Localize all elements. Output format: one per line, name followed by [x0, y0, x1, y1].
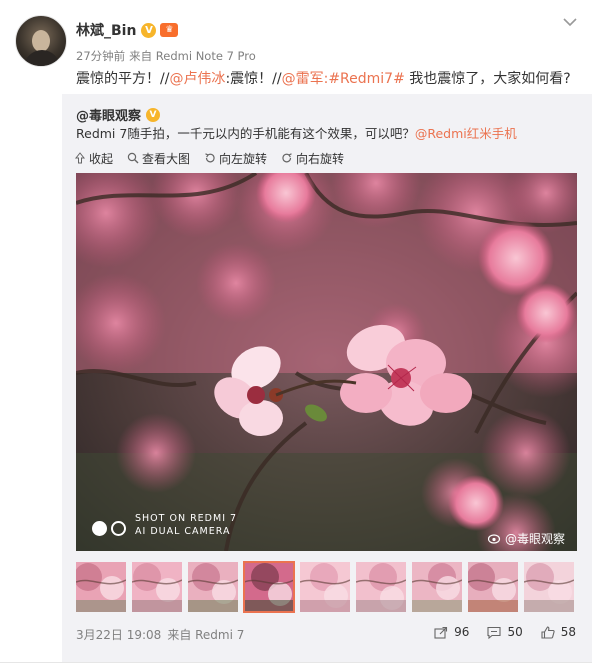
- rotate-left-icon: [205, 153, 215, 163]
- repost-footer: 3月22日 19:08 来自 Redmi 7: [76, 626, 244, 643]
- weibo-post-card: 林斌_Bin V ♛ 27分钟前 来自 Redmi Note 7 Pro 震惊的平…: [0, 0, 592, 669]
- photo-thumbnail[interactable]: [524, 562, 574, 612]
- rotate-right-label: 向右旋转: [296, 151, 345, 166]
- chevron-down-icon[interactable]: [562, 16, 578, 28]
- thumbnail-image: [524, 562, 574, 612]
- weibo-watermark: @毒眼观察: [487, 530, 565, 547]
- next-post-divider: [0, 662, 592, 669]
- repost-count: 96: [454, 625, 470, 639]
- like-count: 58: [560, 625, 576, 639]
- photo-thumbnail[interactable]: [188, 562, 238, 612]
- collapse-label: 收起: [89, 151, 114, 166]
- watermark-line1: SHOT ON REDMI 7: [135, 513, 238, 524]
- username[interactable]: 林斌_Bin: [76, 20, 136, 40]
- post-text-part: :震惊！//: [225, 71, 282, 87]
- post-time[interactable]: 27分钟前: [76, 49, 125, 63]
- photo-thumbnail[interactable]: [76, 562, 126, 612]
- photo-thumbnail[interactable]: [412, 562, 462, 612]
- repost-author[interactable]: @毒眼观察: [76, 105, 141, 124]
- comment-count: 50: [507, 625, 523, 639]
- rotate-left-label: 向左旋转: [219, 151, 268, 166]
- comment-icon: [487, 626, 501, 639]
- repost-actions: 96 50 58: [416, 625, 576, 639]
- mention-link[interactable]: @雷军: [282, 71, 324, 87]
- user-avatar[interactable]: [15, 15, 67, 67]
- repost-button[interactable]: 96: [434, 625, 469, 639]
- post-text-part: 我也震惊了，大家如何看?: [404, 71, 571, 87]
- repost-source[interactable]: 来自 Redmi 7: [167, 628, 244, 642]
- image-toolbar: 收起 查看大图 向左旋转 向右旋转: [74, 149, 358, 167]
- thumbnail-image: [412, 562, 462, 612]
- mention-link[interactable]: @卢伟冰: [169, 71, 225, 87]
- thumbnail-image: [300, 562, 350, 612]
- post-source[interactable]: 来自 Redmi Note 7 Pro: [129, 49, 256, 63]
- thumbnail-image: [76, 562, 126, 612]
- repost-text: Redmi 7随手拍，一千元以内的手机能有这个效果，可以吧？@Redmi红米手机: [76, 125, 517, 143]
- arrow-up-icon: [74, 152, 86, 164]
- mention-link[interactable]: @Redmi红米手机: [415, 126, 517, 141]
- comment-button[interactable]: 50: [487, 625, 523, 639]
- large-photo[interactable]: SHOT ON REDMI 7 AI DUAL CAMERA @毒眼观察: [76, 173, 577, 551]
- collapse-button[interactable]: 收起: [74, 150, 113, 167]
- weibo-logo-icon: [487, 533, 501, 544]
- photo-thumbnail[interactable]: [243, 561, 295, 613]
- magnifier-icon: [127, 152, 139, 164]
- thumbnail-image: [132, 562, 182, 612]
- thumbnail-strip: [76, 561, 580, 613]
- view-large-label: 查看大图: [142, 151, 191, 166]
- watermark-dot-filled: [92, 521, 107, 536]
- repost-date[interactable]: 3月22日 19:08: [76, 628, 161, 642]
- post-text: 震惊的平方！//@卢伟冰:震惊！//@雷军:#Redmi7# 我也震惊了，大家如…: [76, 69, 581, 89]
- post-text-part: 震惊的平方！//: [76, 71, 170, 87]
- vip-crown-icon: ♛: [160, 23, 179, 37]
- watermark-line2: AI DUAL CAMERA: [135, 526, 231, 537]
- thumbnail-image: [188, 562, 238, 612]
- blossom-photo-image: [76, 173, 577, 551]
- rotate-left-button[interactable]: 向左旋转: [204, 150, 267, 167]
- rotate-right-button[interactable]: 向右旋转: [281, 150, 344, 167]
- photo-thumbnail[interactable]: [300, 562, 350, 612]
- verified-icon: V: [146, 107, 161, 122]
- like-button[interactable]: 58: [541, 625, 576, 639]
- view-large-button[interactable]: 查看大图: [127, 150, 190, 167]
- watermark-handle: @毒眼观察: [504, 532, 565, 546]
- watermark-dots: [92, 521, 130, 536]
- post-meta: 27分钟前 来自 Redmi Note 7 Pro: [76, 48, 256, 64]
- thumbnail-image: [468, 562, 518, 612]
- username-row: 林斌_Bin V ♛: [76, 20, 179, 40]
- repost-box: @毒眼观察 V Redmi 7随手拍，一千元以内的手机能有这个效果，可以吧？@R…: [62, 94, 592, 669]
- rotate-right-icon: [282, 153, 292, 163]
- photo-thumbnail[interactable]: [468, 562, 518, 612]
- thumbs-up-icon: [541, 625, 555, 639]
- thumbnail-image: [244, 562, 294, 612]
- verified-icon: V: [141, 22, 157, 38]
- watermark-dot-ring: [111, 521, 126, 536]
- share-icon: [434, 626, 448, 639]
- hashtag-link[interactable]: #Redmi7#: [328, 71, 405, 87]
- thumbnail-image: [356, 562, 406, 612]
- repost-text-body: Redmi 7随手拍，一千元以内的手机能有这个效果，可以吧？: [76, 126, 415, 141]
- photo-thumbnail[interactable]: [356, 562, 406, 612]
- photo-thumbnail[interactable]: [132, 562, 182, 612]
- repost-author-row: @毒眼观察 V: [76, 105, 161, 124]
